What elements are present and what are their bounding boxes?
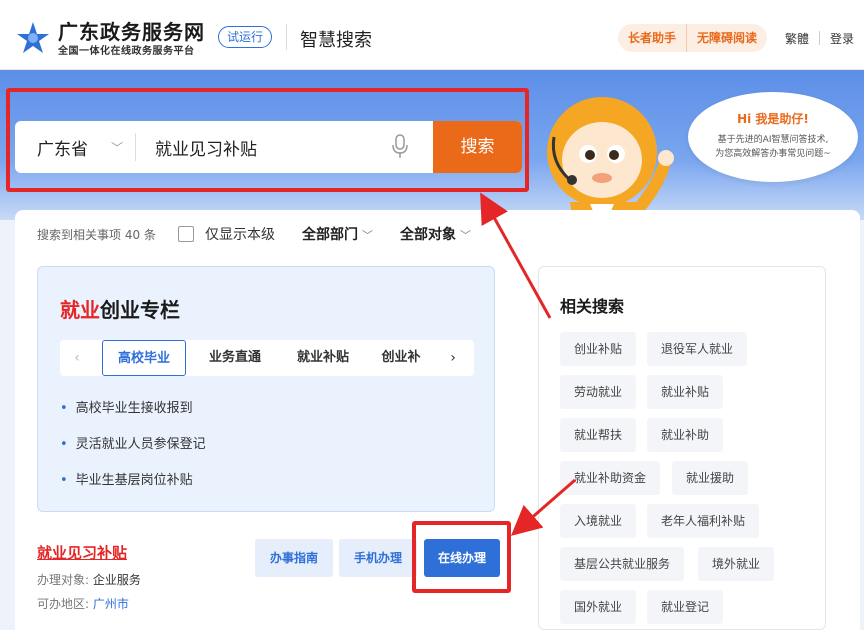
related-chip[interactable]: 就业补助资金 bbox=[560, 461, 661, 495]
column-link[interactable]: 高校毕业生接收报到 bbox=[60, 397, 193, 416]
related-chip[interactable]: 劳动就业 bbox=[560, 375, 637, 409]
chevron-right-icon[interactable]: › bbox=[438, 340, 468, 376]
mobile-handle-button[interactable]: 手机办理 bbox=[339, 539, 417, 577]
related-search-title: 相关搜索 bbox=[560, 297, 625, 316]
related-chip[interactable]: 老年人福利补贴 bbox=[647, 504, 760, 538]
header-actions: 长者助手 无障碍阅读 繁體 登录 bbox=[617, 24, 854, 52]
assistant-desc-line1: 基于先进的AI智慧问答技术, bbox=[717, 135, 829, 145]
related-chip[interactable]: 境外就业 bbox=[698, 547, 775, 581]
site-title[interactable]: 广东政务服务网 bbox=[58, 16, 205, 45]
tab-employment-subsidy[interactable]: 就业补贴 bbox=[284, 340, 362, 376]
chevron-down-icon: ﹀ bbox=[460, 229, 471, 242]
header-divider bbox=[286, 24, 287, 50]
only-this-level-label[interactable]: 仅显示本级 bbox=[205, 224, 275, 244]
result-area: 可办地区: 广州市 bbox=[37, 595, 129, 612]
related-chip[interactable]: 入境就业 bbox=[560, 504, 637, 538]
tab-entrepreneurship[interactable]: 创业补 bbox=[370, 340, 432, 376]
related-chip[interactable]: 基层公共就业服务 bbox=[560, 547, 685, 581]
assistant-greeting: Hi 我是助仔! bbox=[737, 112, 809, 126]
result-area-value[interactable]: 广州市 bbox=[93, 597, 129, 611]
login-link[interactable]: 登录 bbox=[820, 30, 854, 47]
related-chip[interactable]: 退役军人就业 bbox=[647, 332, 748, 366]
department-filter-label: 全部部门 bbox=[302, 227, 358, 243]
traditional-chinese-link[interactable]: 繁體 bbox=[775, 30, 819, 47]
related-chip[interactable]: 国外就业 bbox=[560, 590, 637, 624]
related-chip[interactable]: 就业登记 bbox=[647, 590, 724, 624]
column-tabs: ‹ 高校毕业 业务直通 就业补贴 创业补 › bbox=[60, 340, 474, 376]
elder-mode-button[interactable]: 长者助手 bbox=[617, 24, 686, 52]
related-chip[interactable]: 就业补助 bbox=[647, 418, 724, 452]
result-target: 办理对象: 企业服务 bbox=[37, 571, 141, 588]
trial-badge: 试运行 bbox=[218, 26, 272, 48]
assistant-bubble[interactable]: Hi 我是助仔! 基于先进的AI智慧问答技术, 为您高效解答办事常见问题~ bbox=[688, 92, 858, 182]
site-subtitle: 全国一体化在线政务服务平台 bbox=[58, 46, 195, 57]
chevron-down-icon: ﹀ bbox=[362, 229, 373, 242]
related-chip[interactable]: 就业补贴 bbox=[647, 375, 724, 409]
highlight-frame-online-button bbox=[412, 521, 511, 593]
column-title-rest: 创业专栏 bbox=[100, 298, 180, 322]
assistant-desc-line2: 为您高效解答办事常见问题~ bbox=[715, 149, 831, 159]
related-chip[interactable]: 创业补贴 bbox=[560, 332, 637, 366]
chevron-left-icon[interactable]: ‹ bbox=[62, 340, 92, 376]
column-title: 就业创业专栏 bbox=[60, 294, 180, 323]
result-target-label: 办理对象: bbox=[37, 573, 90, 587]
department-filter[interactable]: 全部部门 ﹀ bbox=[302, 224, 373, 244]
site-logo-icon[interactable] bbox=[15, 20, 51, 56]
result-count: 搜索到相关事项 40 条 bbox=[37, 228, 156, 242]
result-target-value: 企业服务 bbox=[92, 573, 141, 587]
guide-button[interactable]: 办事指南 bbox=[255, 539, 333, 577]
column-link[interactable]: 毕业生基层岗位补贴 bbox=[60, 469, 193, 488]
top-header: 广东政务服务网 全国一体化在线政务服务平台 试运行 智慧搜索 长者助手 无障碍阅… bbox=[0, 0, 864, 70]
highlight-frame-search bbox=[6, 88, 529, 192]
related-chip[interactable]: 就业援助 bbox=[672, 461, 749, 495]
column-link[interactable]: 灵活就业人员参保登记 bbox=[60, 433, 206, 452]
target-filter-label: 全部对象 bbox=[400, 227, 456, 243]
column-title-highlight: 就业 bbox=[60, 298, 100, 322]
section-title: 智慧搜索 bbox=[300, 30, 372, 51]
tab-graduates[interactable]: 高校毕业 bbox=[102, 340, 186, 376]
related-chip[interactable]: 就业帮扶 bbox=[560, 418, 637, 452]
target-filter[interactable]: 全部对象 ﹀ bbox=[400, 224, 471, 244]
result-area-label: 可办地区: bbox=[37, 597, 90, 611]
result-title[interactable]: 就业见习补贴 bbox=[37, 542, 127, 563]
tab-business-direct[interactable]: 业务直通 bbox=[196, 340, 274, 376]
accessible-reading-button[interactable]: 无障碍阅读 bbox=[685, 24, 767, 52]
only-this-level-checkbox[interactable] bbox=[178, 226, 194, 242]
